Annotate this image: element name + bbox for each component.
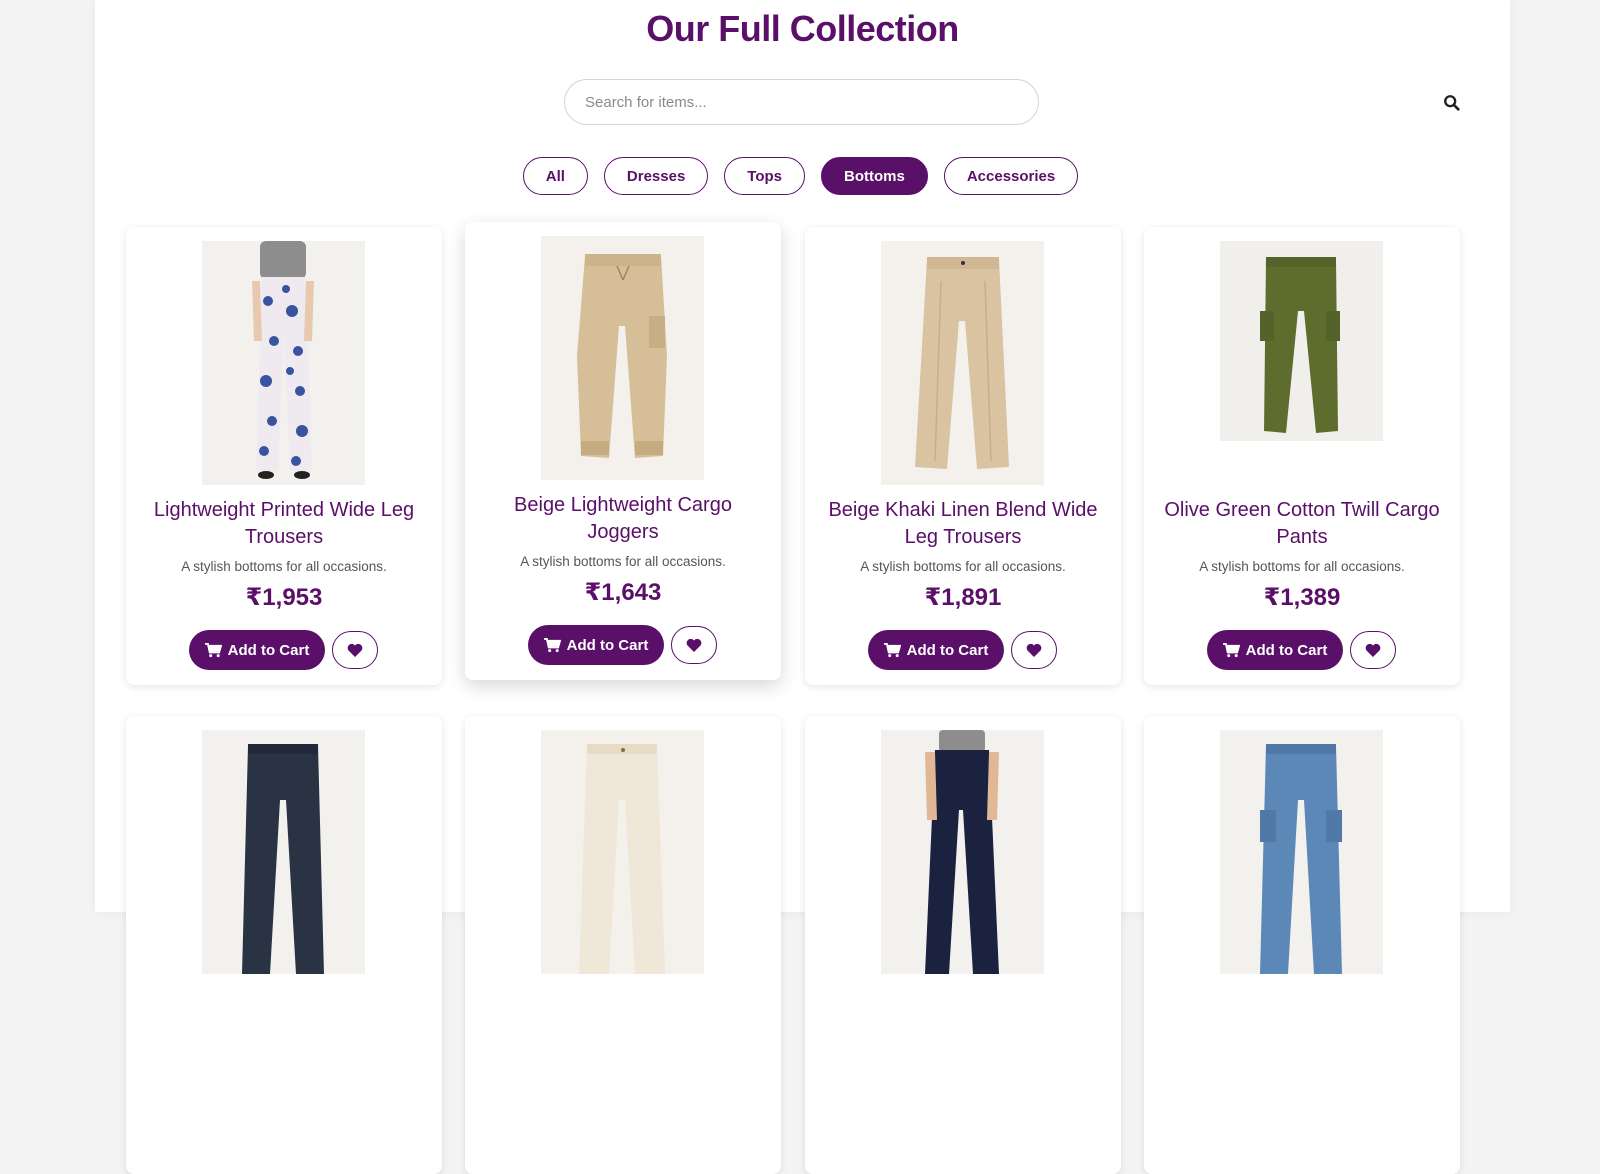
product-price: ₹1,891 <box>924 584 1002 611</box>
collection-page: Our Full Collection All Dresses Tops Bot… <box>95 0 1510 1174</box>
product-card[interactable]: Lightweight Printed Wide Leg Trousers A … <box>126 227 442 685</box>
filter-tops[interactable]: Tops <box>724 157 806 195</box>
product-card[interactable]: Olive Green Cotton Twill Cargo Pants A s… <box>1144 227 1460 685</box>
page-title: Our Full Collection <box>646 8 959 49</box>
filter-accessories[interactable]: Accessories <box>943 157 1079 195</box>
product-card[interactable] <box>126 716 442 1174</box>
heart-icon <box>347 643 363 657</box>
product-card[interactable] <box>465 716 781 1174</box>
filter-dresses[interactable]: Dresses <box>603 157 709 195</box>
product-price: ₹1,389 <box>1263 584 1341 611</box>
product-name[interactable]: Olive Green Cotton Twill Cargo Pants <box>1158 497 1446 551</box>
add-to-cart-button[interactable]: Add to Cart <box>1207 630 1343 670</box>
product-image-blue-cargo-jeans[interactable] <box>1220 730 1383 974</box>
product-name[interactable]: Beige Lightweight Cargo Joggers <box>479 492 767 546</box>
product-description: A stylish bottoms for all occasions. <box>520 554 726 569</box>
add-to-cart-label: Add to Cart <box>906 641 989 659</box>
search-icon[interactable] <box>1443 94 1461 112</box>
filter-bottoms[interactable]: Bottoms <box>821 157 928 195</box>
product-description: A stylish bottoms for all occasions. <box>1199 559 1405 574</box>
cart-icon <box>543 637 561 652</box>
search-input[interactable] <box>564 79 1039 125</box>
cart-icon <box>1222 642 1240 657</box>
cart-icon <box>883 642 901 657</box>
add-to-cart-button[interactable]: Add to Cart <box>868 630 1004 670</box>
wishlist-button[interactable] <box>332 631 378 669</box>
product-name[interactable]: Beige Khaki Linen Blend Wide Leg Trouser… <box>819 497 1107 551</box>
product-name[interactable]: Lightweight Printed Wide Leg Trousers <box>140 497 428 551</box>
add-to-cart-label: Add to Cart <box>566 636 649 654</box>
add-to-cart-label: Add to Cart <box>227 641 310 659</box>
wishlist-button[interactable] <box>671 626 717 664</box>
filter-all[interactable]: All <box>522 157 588 195</box>
product-image-beige-joggers[interactable] <box>541 236 704 480</box>
product-image-cream-jeans[interactable] <box>541 730 704 974</box>
product-image-olive-cargo[interactable] <box>1220 241 1383 485</box>
product-image-khaki-trousers[interactable] <box>881 241 1044 485</box>
product-card[interactable] <box>1144 716 1460 1174</box>
category-filters: All Dresses Tops Bottoms Accessories <box>91 157 1510 195</box>
heart-icon <box>1365 643 1381 657</box>
product-image-dark-denim-jeans[interactable] <box>202 730 365 974</box>
wishlist-button[interactable] <box>1350 631 1396 669</box>
product-card[interactable]: Beige Khaki Linen Blend Wide Leg Trouser… <box>805 227 1121 685</box>
product-description: A stylish bottoms for all occasions. <box>860 559 1066 574</box>
product-price: ₹1,953 <box>245 584 323 611</box>
wishlist-button[interactable] <box>1011 631 1057 669</box>
heart-icon <box>686 638 702 652</box>
cart-icon <box>204 642 222 657</box>
product-image-floral-trousers[interactable] <box>202 241 365 485</box>
heart-icon <box>1026 643 1042 657</box>
product-description: A stylish bottoms for all occasions. <box>181 559 387 574</box>
product-image-navy-trousers[interactable] <box>881 730 1044 974</box>
product-price: ₹1,643 <box>584 579 662 606</box>
add-to-cart-button[interactable]: Add to Cart <box>528 625 664 665</box>
add-to-cart-button[interactable]: Add to Cart <box>189 630 325 670</box>
add-to-cart-label: Add to Cart <box>1245 641 1328 659</box>
product-card[interactable]: Beige Lightweight Cargo Joggers A stylis… <box>465 222 781 680</box>
product-card[interactable] <box>805 716 1121 1174</box>
